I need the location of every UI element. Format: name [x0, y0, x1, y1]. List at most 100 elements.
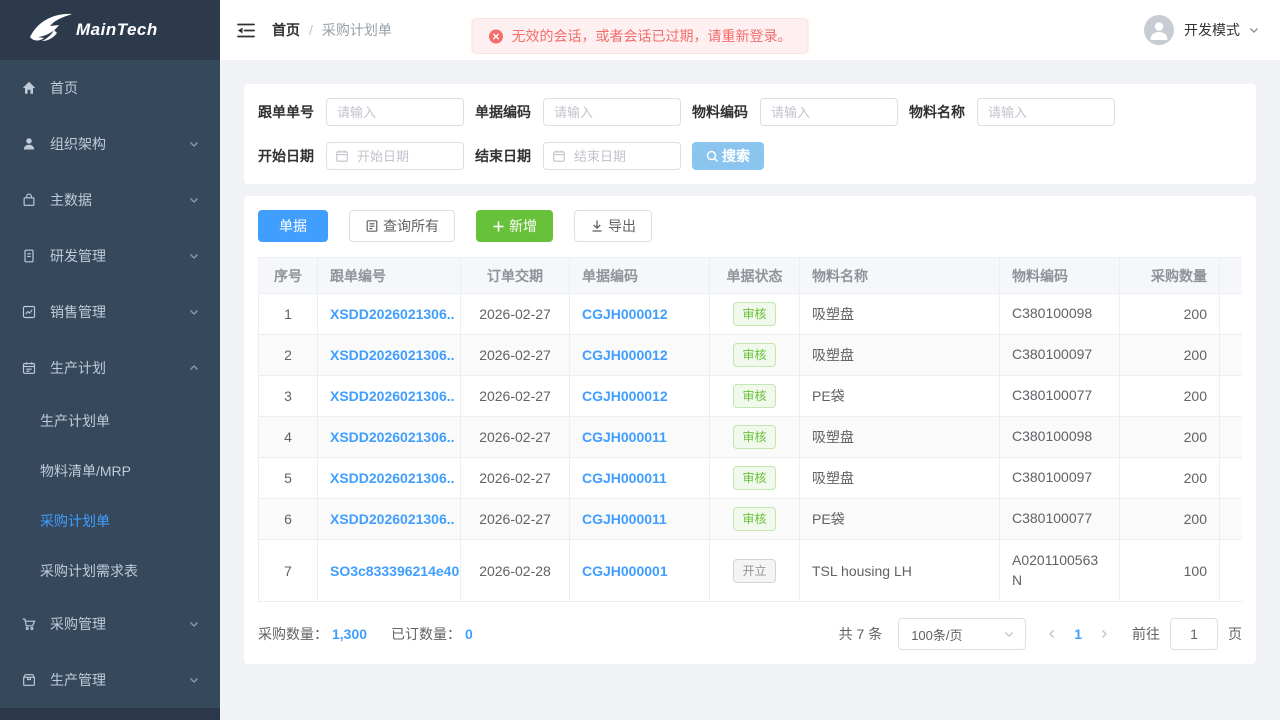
total-count: 共 7 条	[839, 624, 883, 644]
submenu-label: 采购计划需求表	[40, 561, 138, 581]
sidebar-item-purchasing[interactable]: 采购管理	[0, 596, 220, 652]
doc-no-link[interactable]: CGJH000011	[570, 499, 710, 540]
next-page-button[interactable]	[1092, 628, 1116, 640]
breadcrumb-home[interactable]: 首页	[272, 20, 300, 40]
sidebar-subitem-bom-mrp[interactable]: 物料清单/MRP	[0, 446, 220, 496]
table-row[interactable]: 5 XSDD2026021306.. 2026-02-27 CGJH000011…	[259, 458, 1243, 499]
purchase-qty-stat: 采购数量： 1,300	[258, 624, 367, 644]
sidebar-item-label: 采购管理	[50, 614, 188, 634]
doc-no-link[interactable]: CGJH000001	[570, 540, 710, 602]
order-no-link[interactable]: XSDD2026021306..	[318, 417, 461, 458]
cell-qty: 100	[1120, 540, 1220, 602]
filter-row-1: 跟单单号 单据编码 物料编码 物料名称	[258, 98, 1242, 126]
prev-page-button[interactable]	[1040, 628, 1064, 640]
cell-seq: 3	[259, 376, 318, 417]
doc-code-input[interactable]	[543, 98, 681, 126]
doc-no-link[interactable]: CGJH000012	[570, 376, 710, 417]
field-label: 结束日期	[475, 146, 531, 166]
sidebar-item-sales[interactable]: 销售管理	[0, 284, 220, 340]
status-badge: 审核	[733, 425, 775, 449]
doc-button[interactable]: 单据	[258, 210, 328, 242]
sidebar-scrollbar-track[interactable]	[0, 708, 220, 720]
table-row[interactable]: 7 SO3c833396214e40 2026-02-28 CGJH000001…	[259, 540, 1243, 602]
cell-extra	[1220, 458, 1243, 499]
page-number[interactable]: 1	[1064, 626, 1092, 642]
home-icon	[20, 79, 38, 97]
order-no-input[interactable]	[326, 98, 464, 126]
breadcrumb-separator: /	[309, 22, 313, 38]
doc-no-link[interactable]: CGJH000012	[570, 335, 710, 376]
order-no-link[interactable]: XSDD2026021306..	[318, 335, 461, 376]
cell-delivery: 2026-02-27	[461, 417, 570, 458]
sidebar-item-manufacturing[interactable]: 生产管理	[0, 652, 220, 708]
doc-no-link[interactable]: CGJH000011	[570, 417, 710, 458]
chevron-down-icon	[188, 674, 200, 686]
table-footer: 采购数量： 1,300 已订数量： 0 共 7 条 100条/页	[258, 618, 1242, 650]
cell-code: C380100077	[1000, 376, 1120, 417]
status-badge: 审核	[733, 384, 775, 408]
cell-delivery: 2026-02-27	[461, 458, 570, 499]
goto-label: 前往	[1132, 624, 1160, 644]
page-size-select[interactable]: 100条/页	[898, 618, 1026, 650]
cell-status: 审核	[710, 458, 800, 499]
cell-extra	[1220, 294, 1243, 335]
sidebar-item-rnd[interactable]: 研发管理	[0, 228, 220, 284]
query-all-button[interactable]: 查询所有	[349, 210, 455, 242]
cell-material: 吸塑盘	[800, 294, 1000, 335]
sidebar-collapse-icon[interactable]	[236, 22, 256, 39]
goto-page-input[interactable]	[1170, 618, 1218, 650]
user-menu[interactable]: 开发模式	[1144, 15, 1260, 45]
cell-extra	[1220, 417, 1243, 458]
sidebar-subitem-purchase-plan-order[interactable]: 采购计划单	[0, 496, 220, 546]
cell-code: C380100097	[1000, 335, 1120, 376]
user-name: 开发模式	[1184, 20, 1240, 40]
col-material: 物料名称	[800, 258, 1000, 294]
table-row[interactable]: 6 XSDD2026021306.. 2026-02-27 CGJH000011…	[259, 499, 1243, 540]
sidebar-item-org[interactable]: 组织架构	[0, 116, 220, 172]
filter-end-date: 结束日期	[475, 142, 681, 170]
cell-material: 吸塑盘	[800, 458, 1000, 499]
query-all-label: 查询所有	[383, 216, 439, 236]
start-date-input[interactable]	[326, 142, 464, 170]
order-no-link[interactable]: XSDD2026021306..	[318, 376, 461, 417]
search-button[interactable]: 搜索	[692, 142, 764, 170]
sidebar-item-masterdata[interactable]: 主数据	[0, 172, 220, 228]
filter-start-date: 开始日期	[258, 142, 464, 170]
order-no-link[interactable]: XSDD2026021306..	[318, 294, 461, 335]
cell-extra	[1220, 499, 1243, 540]
main-area: 首页 / 采购计划单 无效的会话，或者会话已过期，请重新登录。 开发模式	[220, 0, 1280, 720]
sidebar-item-home[interactable]: 首页	[0, 60, 220, 116]
filter-row-2: 开始日期 结束日期	[258, 142, 1242, 170]
sidebar-subitem-purchase-plan-demand[interactable]: 采购计划需求表	[0, 546, 220, 596]
cell-status: 审核	[710, 294, 800, 335]
cell-seq: 1	[259, 294, 318, 335]
table-row[interactable]: 1 XSDD2026021306.. 2026-02-27 CGJH000012…	[259, 294, 1243, 335]
material-code-input[interactable]	[760, 98, 898, 126]
end-date-input[interactable]	[543, 142, 681, 170]
order-no-link[interactable]: XSDD2026021306..	[318, 458, 461, 499]
submenu-label: 采购计划单	[40, 511, 110, 531]
sidebar-subitem-production-plan-order[interactable]: 生产计划单	[0, 396, 220, 446]
goto-unit: 页	[1228, 624, 1242, 644]
sidebar-item-production-plan[interactable]: 生产计划	[0, 340, 220, 396]
table-row[interactable]: 4 XSDD2026021306.. 2026-02-27 CGJH000011…	[259, 417, 1243, 458]
doc-no-link[interactable]: CGJH000011	[570, 458, 710, 499]
table-row[interactable]: 2 XSDD2026021306.. 2026-02-27 CGJH000012…	[259, 335, 1243, 376]
cell-extra	[1220, 335, 1243, 376]
status-badge: 审核	[733, 343, 775, 367]
field-label: 物料编码	[692, 102, 748, 122]
export-button[interactable]: 导出	[574, 210, 652, 242]
order-no-link[interactable]: XSDD2026021306..	[318, 499, 461, 540]
alert-message: 无效的会话，或者会话已过期，请重新登录。	[512, 26, 792, 46]
order-no-link[interactable]: SO3c833396214e40	[318, 540, 461, 602]
document-icon	[365, 219, 379, 233]
field-label: 开始日期	[258, 146, 314, 166]
table-row[interactable]: 3 XSDD2026021306.. 2026-02-27 CGJH000012…	[259, 376, 1243, 417]
logo-text: MainTech	[76, 20, 158, 40]
material-name-input[interactable]	[977, 98, 1115, 126]
doc-no-link[interactable]: CGJH000012	[570, 294, 710, 335]
col-order-no: 跟单编号	[318, 258, 461, 294]
add-button[interactable]: 新增	[476, 210, 553, 242]
cell-qty: 200	[1120, 294, 1220, 335]
filter-order-no: 跟单单号	[258, 98, 464, 126]
